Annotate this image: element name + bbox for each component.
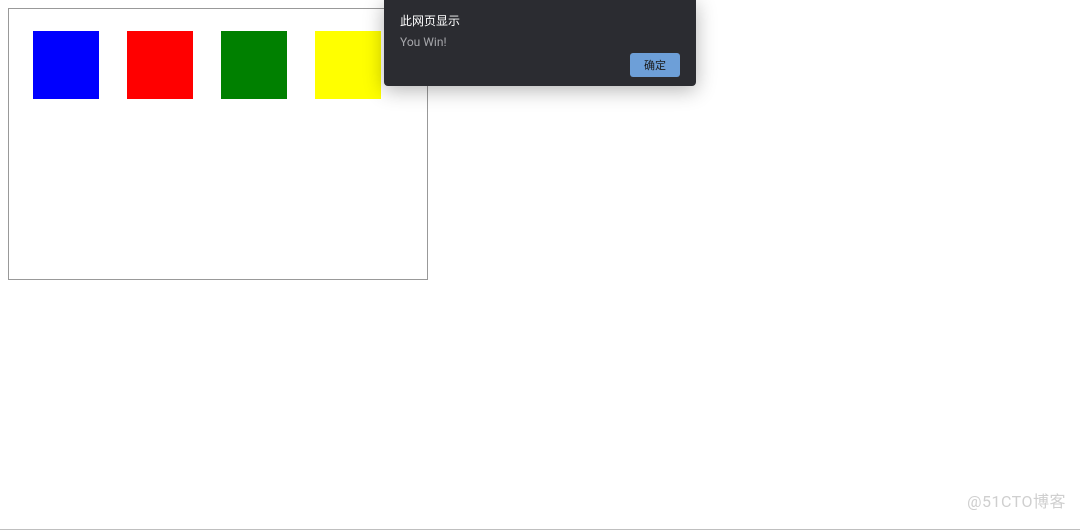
alert-title: 此网页显示 (400, 12, 680, 29)
confirm-button[interactable]: 确定 (630, 53, 680, 77)
alert-message: You Win! (400, 35, 680, 49)
game-container (8, 8, 428, 280)
red-square[interactable] (127, 31, 193, 99)
alert-dialog: 此网页显示 You Win! 确定 (384, 0, 696, 86)
alert-actions: 确定 (400, 49, 680, 77)
green-square[interactable] (221, 31, 287, 99)
watermark: @51CTO博客 (967, 488, 1066, 512)
yellow-square[interactable] (315, 31, 381, 99)
blue-square[interactable] (33, 31, 99, 99)
